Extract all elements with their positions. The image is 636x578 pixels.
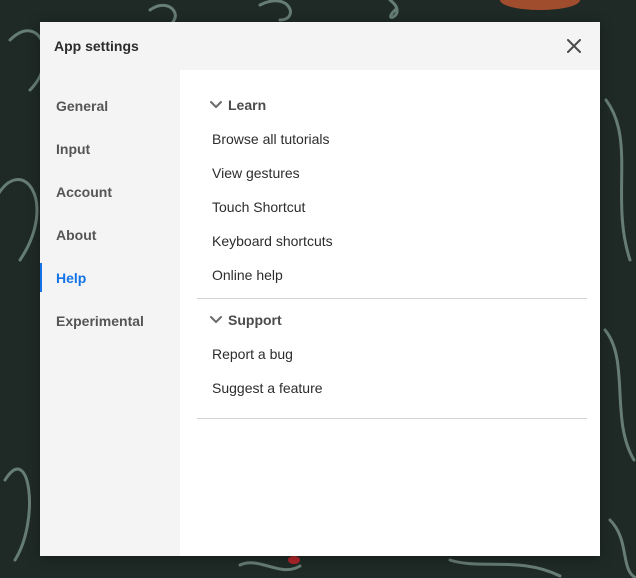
learn-section: Learn Browse all tutorials View gestures…: [197, 88, 587, 299]
sidebar-item-help[interactable]: Help: [40, 256, 180, 299]
dialog-body: General Input Account About Help Experim…: [40, 70, 600, 556]
close-icon: [567, 39, 581, 53]
support-section-toggle[interactable]: Support: [197, 303, 587, 337]
sidebar-item-label: Input: [56, 140, 91, 157]
view-gestures-link[interactable]: View gestures: [197, 156, 587, 190]
sidebar-item-account[interactable]: Account: [40, 170, 180, 213]
dialog-header: App settings: [40, 22, 600, 70]
sidebar-item-label: General: [56, 97, 109, 114]
sidebar-item-experimental[interactable]: Experimental: [40, 299, 180, 342]
report-bug-link[interactable]: Report a bug: [197, 337, 587, 371]
touch-shortcut-link[interactable]: Touch Shortcut: [197, 190, 587, 224]
dialog-title: App settings: [54, 38, 139, 54]
sidebar-item-label: Experimental: [56, 312, 144, 329]
close-button[interactable]: [562, 34, 586, 58]
chevron-down-icon: [210, 316, 222, 323]
suggest-feature-link[interactable]: Suggest a feature: [197, 371, 587, 405]
support-section-title: Support: [228, 312, 282, 328]
learn-links: Browse all tutorials View gestures Touch…: [197, 122, 587, 298]
sidebar-item-general[interactable]: General: [40, 84, 180, 127]
online-help-link[interactable]: Online help: [197, 258, 587, 292]
learn-section-toggle[interactable]: Learn: [197, 88, 587, 122]
app-settings-dialog: App settings General Input Account About…: [40, 22, 600, 556]
sidebar-item-input[interactable]: Input: [40, 127, 180, 170]
help-panel: Learn Browse all tutorials View gestures…: [180, 70, 600, 556]
support-section: Support Report a bug Suggest a feature: [197, 303, 587, 419]
sidebar-item-label: Account: [56, 183, 112, 200]
support-links: Report a bug Suggest a feature: [197, 337, 587, 418]
keyboard-shortcuts-link[interactable]: Keyboard shortcuts: [197, 224, 587, 258]
sidebar-item-label: About: [56, 226, 97, 243]
settings-sidebar: General Input Account About Help Experim…: [40, 70, 180, 556]
browse-tutorials-link[interactable]: Browse all tutorials: [197, 122, 587, 156]
sidebar-item-label: Help: [56, 269, 87, 286]
learn-section-title: Learn: [228, 97, 267, 113]
sidebar-item-about[interactable]: About: [40, 213, 180, 256]
chevron-down-icon: [210, 101, 222, 108]
